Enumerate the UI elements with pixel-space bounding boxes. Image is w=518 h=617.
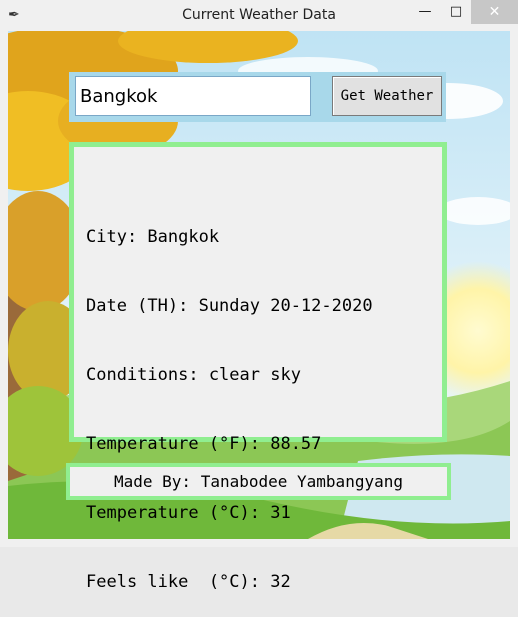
weather-result-text: City: Bangkok Date (TH): Sunday 20-12-20… [86,180,436,617]
window-frame-left [0,31,8,547]
get-weather-button[interactable]: Get Weather [332,76,442,116]
city-line: City: Bangkok [86,227,220,247]
maximize-button[interactable]: □ [441,0,471,24]
minimize-button[interactable]: — [409,0,441,24]
temperature-c-line: Temperature (°C): 31 [86,503,291,523]
title-bar: ✒ Current Weather Data — □ ✕ [0,0,518,32]
window-frame-right [510,31,518,547]
temperature-f-line: Temperature (°F): 88.57 [86,434,322,454]
city-input[interactable] [75,76,311,116]
feels-like-line: Feels like (°C): 32 [86,572,291,592]
credits-footer: Made By: Tanabodee Yambangyang [66,463,451,500]
date-line: Date (TH): Sunday 20-12-2020 [86,296,373,316]
conditions-line: Conditions: clear sky [86,365,301,385]
close-button[interactable]: ✕ [471,0,518,24]
